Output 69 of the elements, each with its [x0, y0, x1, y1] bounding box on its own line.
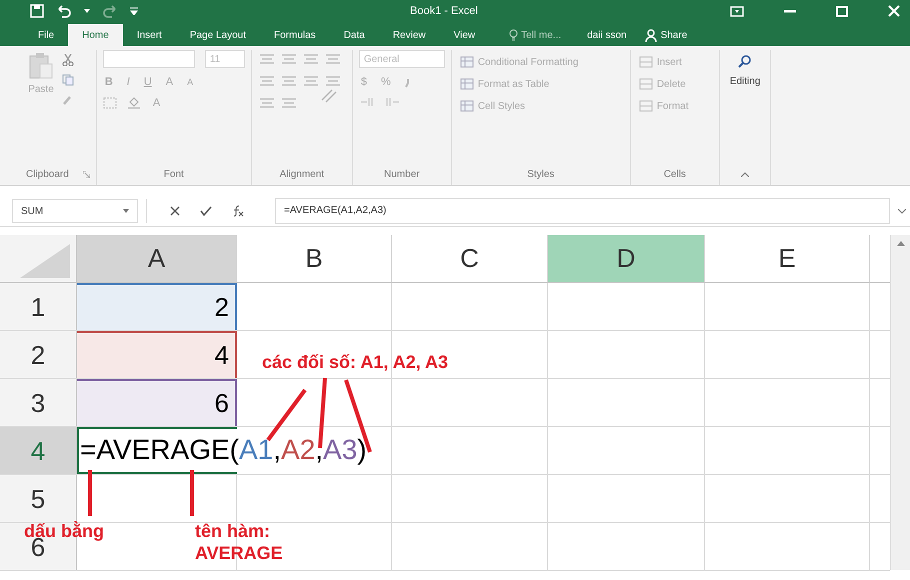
column-header[interactable]: D	[548, 235, 705, 282]
user-name[interactable]: daii sson	[577, 24, 637, 46]
ribbon-tab[interactable]: File	[24, 24, 68, 46]
tell-me-field[interactable]: Tell me...	[521, 30, 578, 40]
ribbon-tab[interactable]: Home	[68, 24, 123, 46]
group-label: Styles	[527, 168, 554, 180]
annotation-label: các đối số: A1, A2, A3	[262, 352, 448, 374]
cells-icon	[638, 56, 653, 68]
ribbon-tab[interactable]: Page Layout	[176, 24, 260, 46]
column-header[interactable]: A	[77, 235, 237, 282]
cells-icon	[638, 78, 653, 90]
leader-line	[190, 470, 194, 516]
expand-icon[interactable]	[898, 208, 906, 214]
cancel-icon[interactable]	[170, 206, 180, 216]
search-icon	[738, 54, 752, 68]
cells-icon	[638, 100, 653, 112]
row-number[interactable]: 5	[30, 486, 46, 512]
annotation-label: tên hàm: AVERAGE	[195, 521, 283, 564]
share-button[interactable]: Share	[636, 24, 696, 46]
scroll-up-icon[interactable]	[896, 241, 904, 246]
maximize-icon[interactable]	[836, 6, 848, 16]
group-label: Font	[164, 168, 184, 180]
undo-icon[interactable]	[56, 4, 72, 18]
close-icon[interactable]	[888, 5, 900, 17]
leader-line	[88, 470, 92, 516]
ribbon-tab[interactable]: Insert	[122, 24, 176, 46]
leader-line	[266, 388, 307, 442]
save-icon[interactable]	[30, 4, 44, 18]
redo-icon[interactable]	[102, 4, 118, 18]
row-number[interactable]: 3	[30, 390, 46, 416]
group-label: Number	[384, 168, 420, 180]
copy-icon[interactable]	[62, 74, 75, 86]
table-style-icon	[460, 100, 474, 112]
caret-icon[interactable]	[84, 9, 90, 13]
range-cell: 6	[77, 379, 237, 426]
window-title: Book1 - Excel	[410, 5, 479, 17]
row-number[interactable]: 1	[30, 294, 46, 320]
ribbon-tab[interactable]: View	[440, 24, 490, 46]
caret-icon	[123, 209, 129, 213]
group-label: Clipboard	[26, 168, 69, 180]
row-number[interactable]: 2	[30, 342, 46, 368]
fill-bucket-icon[interactable]	[126, 96, 141, 109]
ribbon-tab[interactable]: Formulas	[260, 24, 330, 46]
checkmark-icon[interactable]	[200, 206, 212, 216]
editing-button[interactable]: Editing	[726, 50, 764, 163]
range-cell: 2	[77, 283, 237, 330]
lightbulb-icon	[509, 29, 518, 41]
scissors-icon[interactable]	[62, 54, 74, 66]
range-cell: 4	[77, 331, 237, 378]
table-style-icon	[460, 78, 474, 90]
ribbon-tab[interactable]: Review	[378, 24, 440, 46]
font-name-field[interactable]	[102, 50, 195, 68]
table-style-icon	[460, 56, 474, 68]
clipboard-icon	[28, 52, 54, 80]
ribbon-display-icon[interactable]	[730, 6, 744, 16]
group-label: Cells	[664, 168, 686, 180]
minimize-icon[interactable]	[784, 10, 796, 12]
ribbon-tab[interactable]: Data	[330, 24, 379, 46]
name-box[interactable]: SUM	[12, 199, 138, 223]
formula-field[interactable]: =AVERAGE(A1,A2,A3)	[275, 198, 890, 224]
group-label: Alignment	[280, 168, 324, 180]
person-icon	[644, 28, 657, 42]
launcher-icon[interactable]	[82, 170, 90, 178]
corner-triangle-icon	[20, 244, 70, 278]
row-number[interactable]: 4	[30, 438, 46, 464]
collapse-icon[interactable]	[741, 172, 750, 176]
vertical-scrollbar[interactable]	[890, 235, 910, 570]
customize-icon[interactable]	[130, 7, 138, 15]
function-icon[interactable]	[232, 205, 244, 217]
